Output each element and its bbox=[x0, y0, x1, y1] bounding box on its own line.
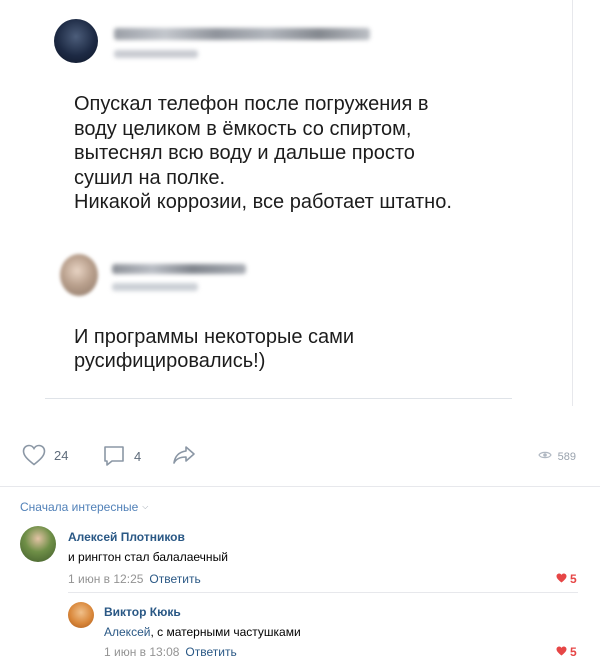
comment-meta: 1 июн в 13:08 Ответить bbox=[104, 645, 237, 659]
post-text: Опускал телефон после погружения в воду … bbox=[74, 93, 452, 213]
post-author-avatar[interactable] bbox=[54, 19, 98, 63]
post-author-name-blurred bbox=[114, 28, 370, 40]
share-button[interactable] bbox=[172, 445, 196, 465]
reply-text: И программы некоторые сами русифицировал… bbox=[74, 326, 355, 372]
post-date-blurred bbox=[114, 50, 198, 58]
comment-count: 4 bbox=[134, 448, 142, 464]
comment-meta: 1 июн в 12:25 Ответить bbox=[68, 572, 201, 586]
comment-like-button[interactable]: 5 bbox=[556, 572, 577, 586]
views-count: 589 bbox=[557, 450, 576, 463]
heart-filled-icon bbox=[556, 645, 567, 659]
post-actions: 24 4 589 bbox=[0, 440, 600, 470]
heart-filled-icon bbox=[556, 572, 567, 586]
card-edge bbox=[572, 0, 573, 406]
comment-avatar[interactable] bbox=[20, 526, 56, 562]
comment-date[interactable]: 1 июн в 12:25 bbox=[68, 572, 143, 586]
comment-text: Алексей, с матерными частушками bbox=[104, 625, 301, 639]
reply-link[interactable]: Ответить bbox=[149, 572, 200, 586]
like-button[interactable]: 24 bbox=[22, 444, 68, 466]
comment-icon bbox=[102, 444, 126, 468]
reply-author-name-blurred bbox=[112, 264, 246, 274]
comment-button[interactable]: 4 bbox=[102, 444, 141, 468]
reply-author-avatar[interactable] bbox=[60, 254, 98, 296]
share-icon bbox=[172, 445, 196, 465]
actions-divider bbox=[0, 486, 600, 487]
sort-dropdown[interactable]: Сначала интересные ⌵ bbox=[20, 500, 148, 514]
comment-like-button[interactable]: 5 bbox=[556, 645, 577, 659]
comment-date[interactable]: 1 июн в 13:08 bbox=[104, 645, 179, 659]
sort-label: Сначала интересные bbox=[20, 500, 139, 514]
eye-icon bbox=[537, 450, 552, 463]
views-counter: 589 bbox=[537, 450, 576, 463]
comment-separator bbox=[68, 592, 578, 593]
comment-text-body: , с матерными частушками bbox=[150, 625, 301, 639]
comment-like-count: 5 bbox=[570, 572, 577, 586]
comment-author[interactable]: Алексей Плотников bbox=[68, 530, 185, 544]
chevron-down-icon: ⌵ bbox=[142, 502, 149, 511]
comment-text: и рингтон стал балалаечный bbox=[68, 550, 228, 564]
comment-like-count: 5 bbox=[570, 645, 577, 659]
like-count: 24 bbox=[54, 447, 69, 463]
comment-avatar[interactable] bbox=[68, 602, 94, 628]
reply-date-blurred bbox=[112, 283, 198, 291]
heart-icon bbox=[22, 444, 46, 466]
reply-link[interactable]: Ответить bbox=[185, 645, 236, 659]
comment-author[interactable]: Виктор Кюкь bbox=[104, 605, 181, 619]
card-divider bbox=[45, 398, 512, 399]
mention-link[interactable]: Алексей bbox=[104, 625, 150, 639]
